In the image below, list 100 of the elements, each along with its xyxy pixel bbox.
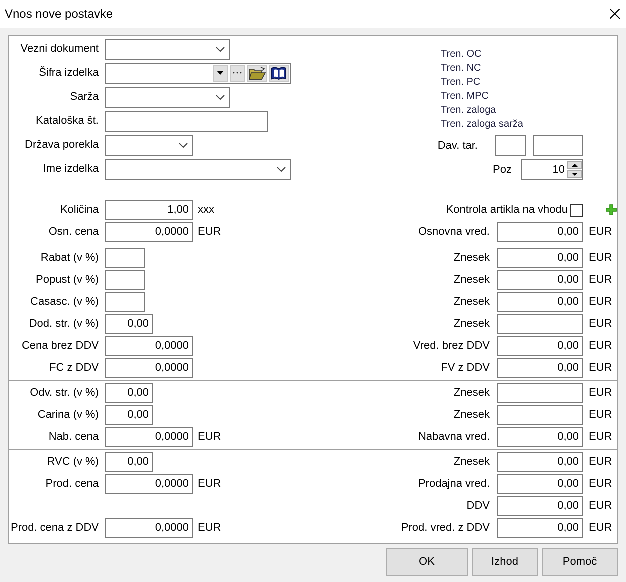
book-button[interactable] [269,64,289,82]
spin-down-button[interactable] [567,170,582,178]
number-field[interactable]: 0,00 [105,314,153,334]
number-field[interactable] [105,248,145,268]
dialog-button[interactable]: OK [386,548,468,576]
field-label: Prod. vred. z DDV [401,522,491,534]
dialog-button[interactable]: Izhod [472,548,538,576]
window-title: Vnos nove postavke [5,7,114,21]
unit-label: EUR [588,456,614,468]
number-field[interactable]: 0,00 [497,474,583,494]
number-field[interactable]: 0,00 [497,496,583,516]
field-label: Dod. str. (v %) [28,318,100,330]
number-field[interactable]: 0,00 [497,248,583,268]
field-label: Šifra izdelka [38,67,100,79]
unit-label: EUR [588,362,614,374]
checkbox-label: Kontrola artikla na vhodu [446,204,569,216]
dropdown-button[interactable] [213,64,228,82]
field-label: Rabat (v %) [40,252,100,264]
number-field[interactable]: 0,0000 [105,474,193,494]
number-field[interactable]: 0,00 [497,518,583,538]
number-field[interactable] [497,314,583,334]
unit-label: xxx [197,204,214,216]
unit-label: EUR [588,340,614,352]
triangle-down-icon [217,71,224,75]
unit-label: EUR [197,478,222,490]
number-field[interactable]: 0,00 [497,270,583,290]
field-label: Osn. cena [48,226,100,238]
field-label: RVC (v %) [46,456,100,468]
number-field[interactable] [497,383,583,403]
number-field[interactable] [497,405,583,425]
info-label: Tren. zaloga [441,104,498,118]
unit-label: EUR [197,431,222,443]
number-field[interactable]: 0,0000 [105,518,193,538]
spin-field[interactable]: 10 [521,159,583,180]
plus-icon[interactable] [606,203,617,217]
number-field[interactable]: 0,00 [497,222,583,242]
chevron-down-icon[interactable] [216,94,225,100]
unit-label: EUR [588,431,614,443]
close-icon[interactable] [610,9,620,19]
number-field[interactable]: 1,00 [105,200,193,220]
number-field[interactable] [105,270,145,290]
info-label: Tren. MPC [441,90,490,104]
field-label: Ime izdelka [42,163,100,175]
number-field[interactable]: 0,00 [497,452,583,472]
text-field[interactable] [105,110,268,132]
unit-label: EUR [588,318,614,330]
field-label: Kataloška št. [35,115,100,127]
lookup-field[interactable] [105,62,291,84]
dialog-button[interactable]: Pomoč [542,548,618,576]
text-field[interactable] [495,135,526,156]
field-label: Odv. str. (v %) [29,387,100,399]
field-label: FC z DDV [48,362,100,374]
number-field[interactable]: 0,0000 [105,427,193,447]
unit-label: EUR [588,409,614,421]
number-field[interactable]: 0,00 [105,452,153,472]
info-label: Tren. OC [441,48,483,62]
number-field[interactable]: 0,00 [105,405,153,425]
open-folder-button[interactable] [247,64,267,82]
field-label: Znesek [454,409,491,421]
field-label: Poz [493,164,513,176]
book-icon [271,66,287,80]
field-label: Prodajna vred. [418,478,491,490]
unit-label: EUR [588,478,614,490]
field-label: Cena brez DDV [20,340,100,352]
dropdown-field[interactable] [105,86,230,108]
unit-label: EUR [588,522,614,534]
number-field[interactable]: 0,0000 [105,358,193,378]
dropdown-field[interactable] [105,158,291,180]
unit-label: EUR [588,387,614,399]
info-label: Tren. zaloga sarža [441,118,524,132]
number-field[interactable]: 0,00 [497,358,583,378]
number-field[interactable]: 0,00 [497,292,583,312]
field-label: Casasc. (v %) [30,296,100,308]
field-label: Nabavna vred. [418,431,491,443]
number-field[interactable]: 0,00 [105,383,153,403]
number-field[interactable]: 0,00 [497,336,583,356]
field-label: FV z DDV [441,362,491,374]
field-label: Vezni dokument [20,43,100,55]
checkbox[interactable] [570,204,583,216]
field-label: Sarža [69,91,100,103]
dropdown-field[interactable] [105,134,193,156]
unit-label: EUR [197,522,222,534]
field-label: Prod. cena [44,478,100,490]
chevron-down-icon[interactable] [179,142,188,148]
chevron-down-icon[interactable] [216,46,225,52]
field-label: Vred. brez DDV [413,340,491,352]
field-label: Nab. cena [48,431,100,443]
field-label: Znesek [454,456,491,468]
field-label: Znesek [454,274,491,286]
chevron-down-icon[interactable] [277,166,286,172]
number-field[interactable]: 0,0000 [105,222,193,242]
number-field[interactable]: 0,00 [497,427,583,447]
dropdown-field[interactable] [105,38,230,60]
unit-label: EUR [588,296,614,308]
unit-label: EUR [588,252,614,264]
field-label: Količina [59,204,100,216]
number-field[interactable] [105,292,145,312]
text-field[interactable] [533,135,583,156]
spin-up-button[interactable] [567,161,582,169]
number-field[interactable]: 0,0000 [105,336,193,356]
